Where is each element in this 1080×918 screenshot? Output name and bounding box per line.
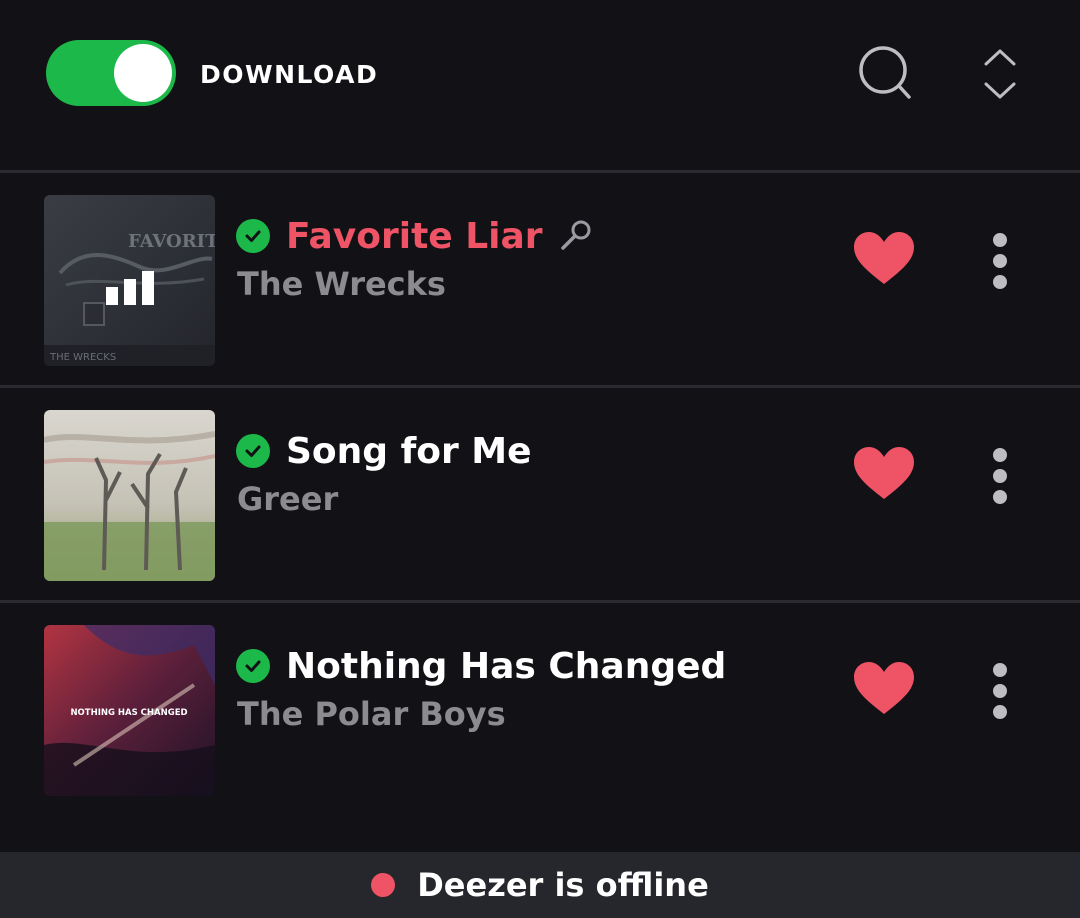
cover-text: FAVORITE	[128, 231, 215, 252]
equalizer-icon	[124, 279, 136, 305]
search-icon[interactable]	[856, 44, 916, 104]
artist-name: Greer	[237, 480, 339, 518]
album-cover: FAVORITE THE WRECKS	[44, 195, 215, 366]
sort-icon[interactable]	[978, 46, 1022, 102]
track-row[interactable]: FAVORITE THE WRECKS Favorite Liar The Wr…	[0, 173, 1080, 385]
downloaded-check-icon	[236, 649, 270, 683]
artist-name: The Polar Boys	[237, 695, 506, 733]
more-options-icon[interactable]	[980, 663, 1020, 719]
top-bar: DOWNLOAD	[0, 0, 1080, 172]
offline-status-text: Deezer is offline	[417, 866, 709, 904]
title-line: Song for Me	[236, 426, 532, 476]
equalizer-icon	[142, 271, 154, 305]
title-line: Favorite Liar	[236, 211, 593, 261]
track-title: Song for Me	[286, 430, 532, 472]
app-root: DOWNLOAD FAVORITE	[0, 0, 1080, 918]
downloaded-check-icon	[236, 434, 270, 468]
toggle-knob	[114, 44, 172, 102]
track-title: Favorite Liar	[286, 215, 543, 257]
heart-icon[interactable]	[852, 230, 916, 288]
heart-icon[interactable]	[852, 660, 916, 718]
track-title: Nothing Has Changed	[286, 645, 727, 687]
track-row[interactable]: NOTHING HAS CHANGED Nothing Has Changed …	[0, 603, 1080, 815]
cover-text: NOTHING HAS CHANGED	[70, 708, 187, 718]
offline-banner: Deezer is offline	[0, 852, 1080, 918]
heart-icon[interactable]	[852, 445, 916, 503]
downloaded-check-icon	[236, 219, 270, 253]
track-row[interactable]: Song for Me Greer	[0, 388, 1080, 600]
cover-subtext: THE WRECKS	[49, 352, 116, 363]
download-toggle[interactable]	[46, 40, 176, 106]
artist-name: The Wrecks	[237, 265, 446, 303]
album-cover: NOTHING HAS CHANGED	[44, 625, 215, 796]
lyrics-mic-icon	[560, 220, 591, 250]
title-line: Nothing Has Changed	[236, 641, 726, 691]
album-cover	[44, 410, 215, 581]
more-options-icon[interactable]	[980, 233, 1020, 289]
equalizer-icon	[106, 287, 118, 305]
offline-status-dot-icon	[371, 873, 396, 897]
download-label: DOWNLOAD	[200, 60, 379, 89]
more-options-icon[interactable]	[980, 448, 1020, 504]
